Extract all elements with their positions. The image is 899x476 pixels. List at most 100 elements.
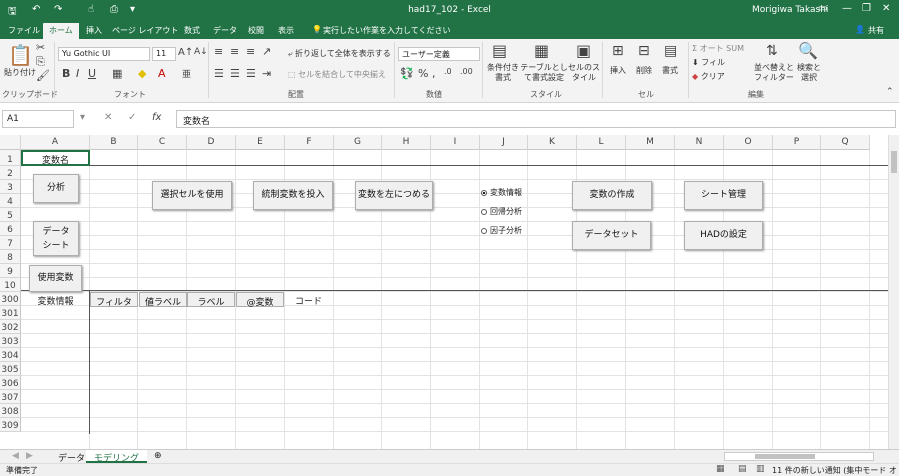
row-header-309[interactable]: 309 <box>0 418 21 432</box>
shift-vars-left-button[interactable]: 変数を左につめる <box>355 181 433 210</box>
sheet-tab-modeling[interactable]: モデリング <box>86 450 148 464</box>
underline-icon[interactable]: U <box>88 67 96 80</box>
row-header-5[interactable]: 5 <box>0 208 21 222</box>
sort-filter-icon[interactable]: ⇅ <box>766 43 778 59</box>
column-header-l[interactable]: L <box>577 135 626 150</box>
tab-page-layout[interactable]: ページ レイアウト <box>112 25 178 36</box>
align-bottom-icon[interactable]: ≡ <box>246 45 255 58</box>
cell-f300[interactable]: コード <box>284 292 333 307</box>
indent-icon[interactable]: ⇥ <box>262 67 271 80</box>
font-size-box[interactable]: 11 <box>152 47 176 61</box>
column-header-n[interactable]: N <box>675 135 724 150</box>
column-header-k[interactable]: K <box>528 135 577 150</box>
row-header-8[interactable]: 8 <box>0 250 21 264</box>
tab-formulas[interactable]: 数式 <box>184 25 200 36</box>
formula-input[interactable]: 変数名 <box>176 110 896 128</box>
clear-button[interactable]: ◆ クリア <box>692 71 725 82</box>
format-cells-button[interactable]: 書式 <box>662 65 678 76</box>
notification-text[interactable]: 11 件の新しい通知 (集中モード オン) <box>772 465 899 476</box>
tab-insert[interactable]: 挿入 <box>86 25 102 36</box>
align-center-icon[interactable]: ☰ <box>230 67 240 80</box>
header-button-c300[interactable]: 値ラベル <box>139 292 187 308</box>
sort-filter-button[interactable]: 並べ替えとフィルター <box>754 63 794 83</box>
column-header-e[interactable]: E <box>236 135 285 150</box>
format-as-table-button[interactable]: テーブルとして書式設定 <box>520 63 568 83</box>
data-sheet-button[interactable]: データ シート <box>33 221 79 256</box>
dataset-button[interactable]: データセット <box>572 221 651 250</box>
minimize-icon[interactable]: — <box>842 3 852 14</box>
column-header-h[interactable]: H <box>382 135 431 150</box>
header-button-e300[interactable]: @変数 <box>236 292 284 308</box>
vertical-scrollbar-thumb[interactable] <box>891 151 897 173</box>
restore-icon[interactable]: ❐ <box>862 3 871 14</box>
align-middle-icon[interactable]: ≡ <box>230 45 239 58</box>
insert-control-var-button[interactable]: 統制変数を投入 <box>253 181 333 210</box>
conditional-format-icon[interactable]: ▤ <box>492 41 507 60</box>
row-header-301[interactable]: 301 <box>0 306 21 320</box>
delete-cells-icon[interactable]: ⊟ <box>638 43 650 59</box>
tab-review[interactable]: 校閲 <box>248 25 264 36</box>
fill-color-icon[interactable]: ◆ <box>138 67 146 80</box>
merge-center-button[interactable]: ⬚ セルを結合して中央揃え <box>288 69 386 80</box>
column-header-q[interactable]: Q <box>821 135 870 150</box>
delete-cells-button[interactable]: 削除 <box>636 65 652 76</box>
row-header-4[interactable]: 4 <box>0 194 21 208</box>
analysis-button[interactable]: 分析 <box>33 174 79 203</box>
ribbon-display-icon[interactable]: ▭ <box>818 3 827 14</box>
row-header-306[interactable]: 306 <box>0 376 21 390</box>
column-header-b[interactable]: B <box>90 135 138 150</box>
wrap-text-button[interactable]: ⤶ 折り返して全体を表示する <box>288 48 391 59</box>
insert-cells-button[interactable]: 挿入 <box>610 65 626 76</box>
row-header-1[interactable]: 1 <box>0 150 21 166</box>
enter-icon[interactable]: ✓ <box>128 112 136 123</box>
fill-button[interactable]: ⬇ フィル <box>692 57 725 68</box>
bold-icon[interactable]: B <box>62 67 70 80</box>
number-format-box[interactable]: ユーザー定義 <box>398 47 480 61</box>
row-header-6[interactable]: 6 <box>0 222 21 236</box>
tab-file[interactable]: ファイル <box>8 25 40 36</box>
radio-option-3[interactable]: 因子分析 <box>481 225 522 236</box>
conditional-format-button[interactable]: 条件付き書式 <box>486 63 520 83</box>
decrease-decimal-icon[interactable]: .00 <box>460 67 473 76</box>
scrollbar-thumb[interactable] <box>755 454 815 459</box>
copy-icon[interactable]: ⎘ <box>36 55 45 69</box>
row-header-2[interactable]: 2 <box>0 166 21 180</box>
header-button-d300[interactable]: ラベル <box>187 292 235 308</box>
row-header-3[interactable]: 3 <box>0 180 21 194</box>
column-header-c[interactable]: C <box>138 135 187 150</box>
radio-option-1[interactable]: 変数情報 <box>481 187 522 198</box>
phonetic-icon[interactable]: 亜 <box>182 67 191 80</box>
shrink-font-icon[interactable]: A↓ <box>194 47 208 57</box>
find-select-button[interactable]: 検索と選択 <box>794 63 824 83</box>
tab-data[interactable]: データ <box>213 25 237 36</box>
page-break-view-icon[interactable]: ▥ <box>756 464 765 474</box>
row-header-305[interactable]: 305 <box>0 362 21 376</box>
increase-decimal-icon[interactable]: .0 <box>444 67 452 76</box>
normal-view-icon[interactable]: ▦ <box>716 464 725 474</box>
header-button-b300[interactable]: フィルタ <box>90 292 138 308</box>
insert-cells-icon[interactable]: ⊞ <box>612 43 624 59</box>
row-header-308[interactable]: 308 <box>0 404 21 418</box>
row-header-302[interactable]: 302 <box>0 320 21 334</box>
column-header-d[interactable]: D <box>187 135 236 150</box>
cell-styles-icon[interactable]: ▣ <box>576 41 591 60</box>
column-header-f[interactable]: F <box>285 135 334 150</box>
user-name[interactable]: Morigiwa Takashi <box>752 5 828 15</box>
cut-icon[interactable]: ✂ <box>36 41 45 54</box>
find-icon[interactable]: 🔍 <box>798 41 818 60</box>
comma-icon[interactable]: , <box>432 67 436 80</box>
format-cells-icon[interactable]: ▤ <box>664 43 677 59</box>
row-header-303[interactable]: 303 <box>0 334 21 348</box>
page-layout-view-icon[interactable]: ▤ <box>738 464 747 474</box>
align-right-icon[interactable]: ☰ <box>246 67 256 80</box>
had-settings-button[interactable]: HADの設定 <box>684 221 763 250</box>
row-header-300[interactable]: 300 <box>0 292 21 306</box>
tab-view[interactable]: 表示 <box>278 25 294 36</box>
tell-me-box[interactable]: 実行したい作業を入力してください <box>323 25 451 36</box>
close-icon[interactable]: ✕ <box>882 3 890 14</box>
sheet-management-button[interactable]: シート管理 <box>684 181 763 210</box>
create-var-button[interactable]: 変数の作成 <box>572 181 652 210</box>
paste-button[interactable]: 貼り付け <box>4 67 36 78</box>
percent-icon[interactable]: % <box>418 67 428 80</box>
name-box-dropdown-icon[interactable]: ▾ <box>80 112 85 123</box>
